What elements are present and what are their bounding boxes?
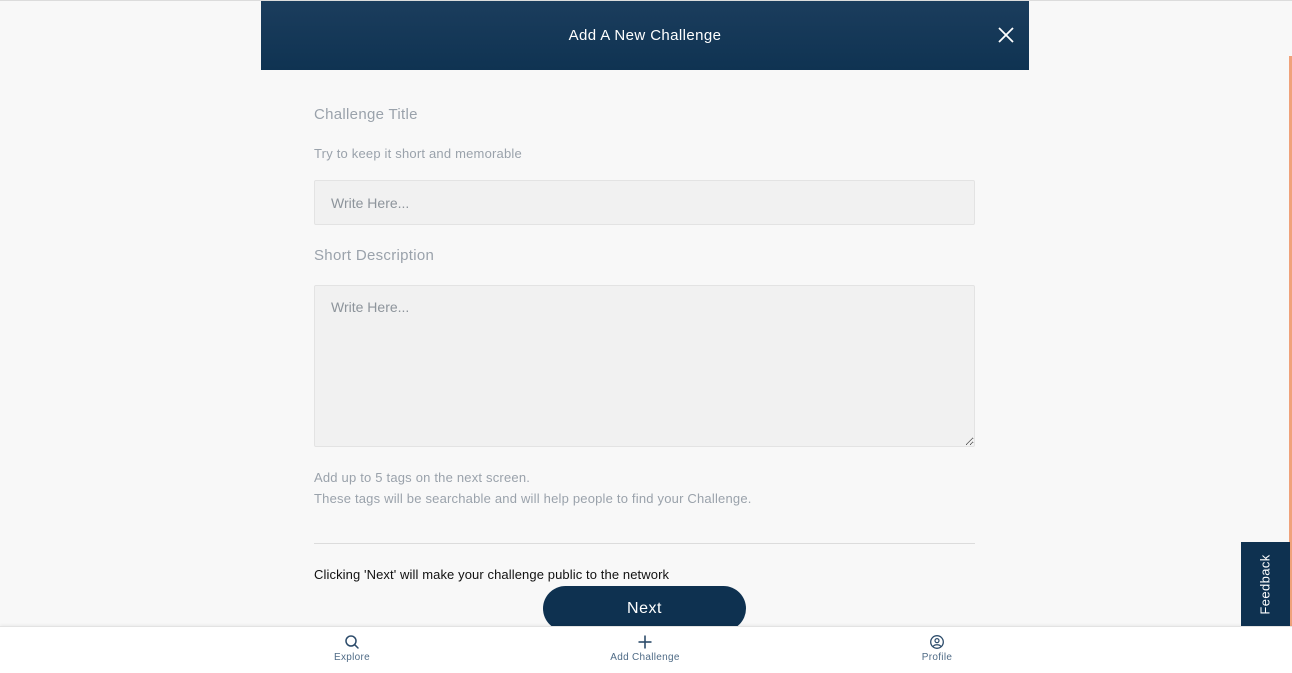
nav-item-explore[interactable]: Explore — [292, 627, 412, 673]
modal-title: Add A New Challenge — [568, 27, 722, 44]
short-description-label: Short Description — [314, 247, 435, 264]
nav-label-explore: Explore — [333, 652, 370, 663]
feedback-tab[interactable]: Feedback — [1241, 542, 1290, 626]
challenge-title-label: Challenge Title — [314, 106, 418, 123]
next-button[interactable]: Next — [543, 586, 746, 631]
page: Add A New Challenge Challenge Title Try … — [0, 0, 1292, 673]
search-icon — [345, 635, 359, 649]
feedback-label: Feedback — [1258, 553, 1274, 615]
bottom-nav: Explore Add Challenge Profile — [0, 626, 1292, 673]
plus-icon — [638, 635, 652, 649]
modal-header: Add A New Challenge — [261, 1, 1029, 70]
close-icon[interactable] — [995, 24, 1017, 46]
nav-label-add-challenge: Add Challenge — [610, 652, 680, 663]
user-circle-icon — [930, 635, 944, 649]
nav-item-profile[interactable]: Profile — [877, 627, 997, 673]
short-description-input[interactable] — [314, 285, 975, 447]
tags-note-line2: These tags will be searchable and will h… — [314, 491, 752, 506]
nav-label-profile: Profile — [921, 652, 953, 663]
tags-note-line1: Add up to 5 tags on the next screen. — [314, 470, 531, 485]
divider — [314, 543, 975, 544]
public-notice: Clicking 'Next' will make your challenge… — [314, 567, 670, 582]
nav-item-add-challenge[interactable]: Add Challenge — [585, 627, 705, 673]
next-button-label: Next — [627, 599, 662, 617]
challenge-title-hint: Try to keep it short and memorable — [314, 146, 522, 161]
challenge-title-input[interactable] — [314, 180, 975, 225]
